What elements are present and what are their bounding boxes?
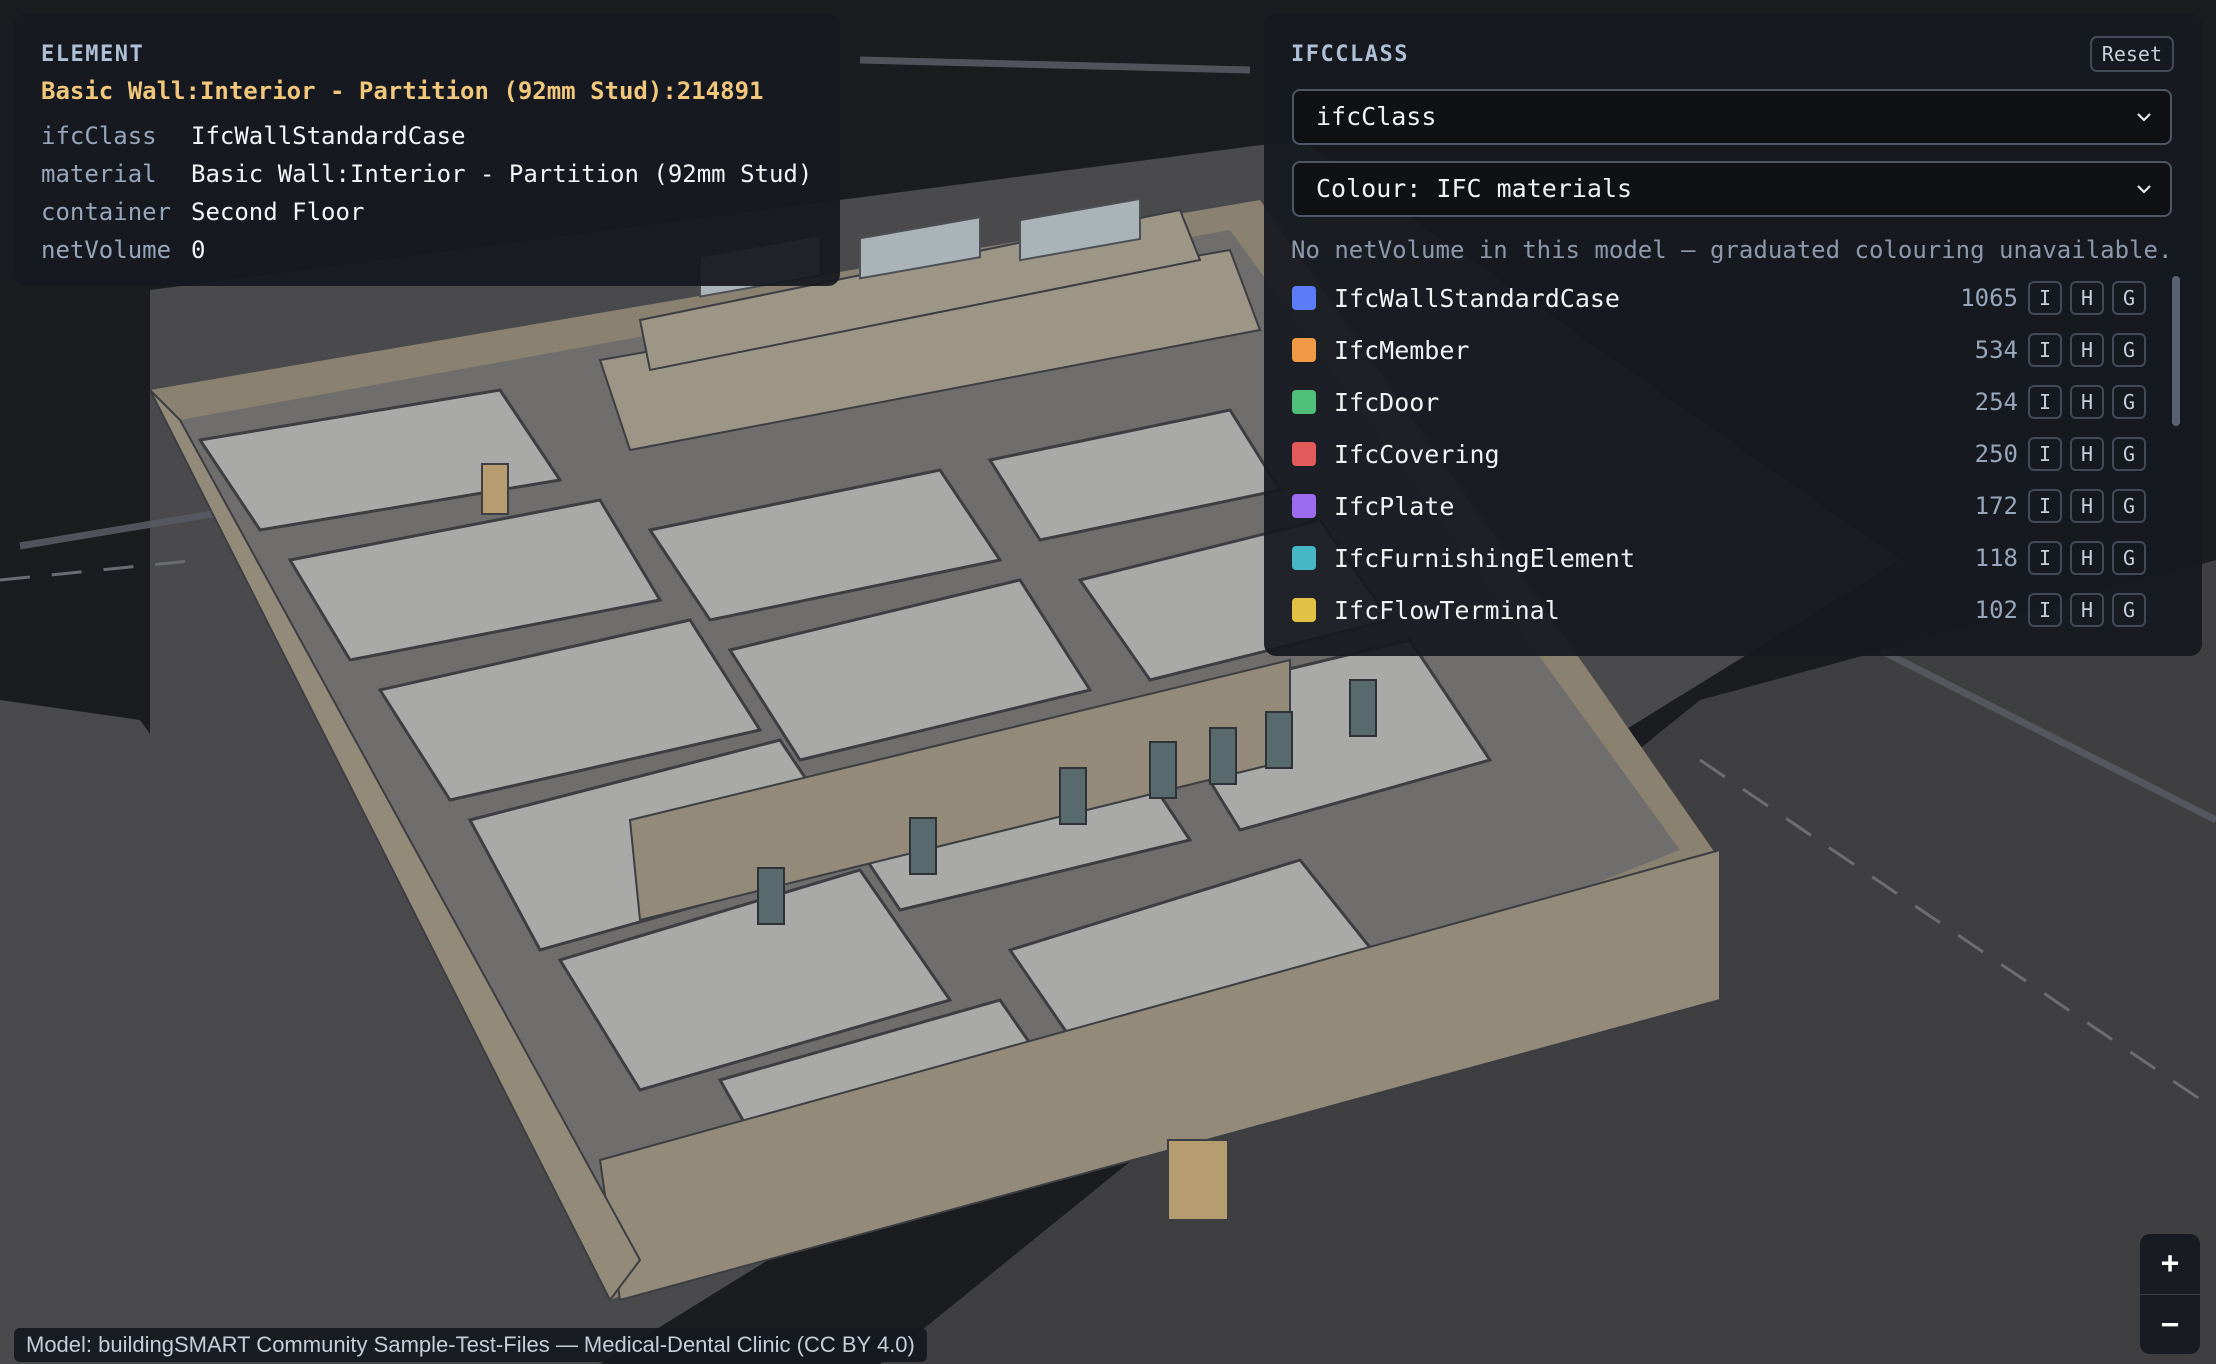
property-key: ifcClass bbox=[41, 122, 157, 150]
color-swatch bbox=[1292, 390, 1316, 414]
isolate-button[interactable]: I bbox=[2028, 593, 2062, 627]
property-key: netVolume bbox=[41, 236, 172, 264]
legend-item-count: 250 bbox=[1974, 440, 2018, 468]
property-key: container bbox=[41, 198, 172, 226]
ghost-button[interactable]: G bbox=[2112, 385, 2146, 419]
ghost-button[interactable]: G bbox=[2112, 437, 2146, 471]
legend-item-ifcdoor[interactable]: IfcDoor 254 I H G bbox=[1292, 376, 2146, 428]
property-value: 0 bbox=[191, 236, 206, 264]
color-swatch bbox=[1292, 286, 1316, 310]
legend-item-count: 102 bbox=[1974, 596, 2018, 624]
graduated-colouring-notice: No netVolume in this model — graduated c… bbox=[1291, 236, 2173, 264]
legend-item-count: 172 bbox=[1974, 492, 2018, 520]
isolate-button[interactable]: I bbox=[2028, 541, 2062, 575]
hide-button[interactable]: H bbox=[2070, 489, 2104, 523]
ghost-button[interactable]: G bbox=[2112, 489, 2146, 523]
legend-item-count: 254 bbox=[1974, 388, 2018, 416]
class-legend-list: IfcWallStandardCase 1065 I H G IfcMember… bbox=[1292, 272, 2146, 636]
legend-item-name: IfcDoor bbox=[1334, 387, 1440, 417]
isolate-button[interactable]: I bbox=[2028, 385, 2062, 419]
hide-button[interactable]: H bbox=[2070, 281, 2104, 315]
ghost-button[interactable]: G bbox=[2112, 333, 2146, 367]
property-key: material bbox=[41, 160, 157, 188]
colour-mode-select[interactable]: Colour: IFC materials bbox=[1292, 161, 2172, 217]
legend-item-ifccovering[interactable]: IfcCovering 250 I H G bbox=[1292, 428, 2146, 480]
chevron-down-icon bbox=[2137, 113, 2151, 122]
zoom-in-button[interactable]: + bbox=[2140, 1234, 2200, 1294]
property-value: IfcWallStandardCase bbox=[191, 122, 466, 150]
element-info-panel: ELEMENT Basic Wall:Interior - Partition … bbox=[14, 14, 840, 286]
legend-item-count: 1065 bbox=[1960, 284, 2018, 312]
colour-mode-select-value: Colour: IFC materials bbox=[1316, 174, 1633, 203]
isolate-button[interactable]: I bbox=[2028, 281, 2062, 315]
isolate-button[interactable]: I bbox=[2028, 489, 2062, 523]
element-panel-heading: ELEMENT bbox=[41, 42, 145, 67]
class-panel-heading: IFCCLASS bbox=[1291, 42, 1409, 67]
legend-item-name: IfcPlate bbox=[1334, 491, 1455, 521]
hide-button[interactable]: H bbox=[2070, 593, 2104, 627]
legend-item-ifcmember[interactable]: IfcMember 534 I H G bbox=[1292, 324, 2146, 376]
group-by-select-value: ifcClass bbox=[1316, 102, 1437, 131]
legend-item-ifcfurnishingelement[interactable]: IfcFurnishingElement 118 I H G bbox=[1292, 532, 2146, 584]
property-row-ifcclass: ifcClass IfcWallStandardCase bbox=[41, 117, 813, 155]
hide-button[interactable]: H bbox=[2070, 333, 2104, 367]
chevron-down-icon bbox=[2137, 185, 2151, 194]
model-attribution: Model: buildingSMART Community Sample-Te… bbox=[14, 1328, 927, 1362]
element-property-list: ifcClass IfcWallStandardCase material Ba… bbox=[41, 117, 813, 269]
legend-item-ifcflowterminal[interactable]: IfcFlowTerminal 102 I H G bbox=[1292, 584, 2146, 636]
element-title: Basic Wall:Interior - Partition (92mm St… bbox=[41, 77, 764, 105]
legend-item-name: IfcFlowTerminal bbox=[1334, 595, 1560, 625]
zoom-out-button[interactable]: − bbox=[2140, 1295, 2200, 1355]
zoom-controls: + − bbox=[2140, 1234, 2200, 1354]
ghost-button[interactable]: G bbox=[2112, 541, 2146, 575]
legend-item-name: IfcMember bbox=[1334, 335, 1470, 365]
isolate-button[interactable]: I bbox=[2028, 333, 2062, 367]
hide-button[interactable]: H bbox=[2070, 437, 2104, 471]
ghost-button[interactable]: G bbox=[2112, 281, 2146, 315]
legend-item-name: IfcCovering bbox=[1334, 439, 1500, 469]
color-swatch bbox=[1292, 442, 1316, 466]
property-value: Second Floor bbox=[191, 198, 365, 226]
property-row-container: container Second Floor bbox=[41, 193, 813, 231]
ghost-button[interactable]: G bbox=[2112, 593, 2146, 627]
legend-item-count: 118 bbox=[1974, 544, 2018, 572]
color-swatch bbox=[1292, 494, 1316, 518]
legend-item-name: IfcFurnishingElement bbox=[1334, 543, 1636, 573]
legend-item-ifcwallstandardcase[interactable]: IfcWallStandardCase 1065 I H G bbox=[1292, 272, 2146, 324]
color-swatch bbox=[1292, 546, 1316, 570]
color-swatch bbox=[1292, 338, 1316, 362]
legend-scrollbar[interactable] bbox=[2172, 276, 2180, 426]
color-swatch bbox=[1292, 598, 1316, 622]
legend-item-count: 534 bbox=[1974, 336, 2018, 364]
property-value: Basic Wall:Interior - Partition (92mm St… bbox=[191, 160, 813, 188]
hide-button[interactable]: H bbox=[2070, 385, 2104, 419]
hide-button[interactable]: H bbox=[2070, 541, 2104, 575]
ifc-class-panel: IFCCLASS Reset ifcClass Colour: IFC mate… bbox=[1264, 14, 2202, 656]
isolate-button[interactable]: I bbox=[2028, 437, 2062, 471]
reset-button[interactable]: Reset bbox=[2089, 36, 2174, 72]
property-row-netvolume: netVolume 0 bbox=[41, 231, 813, 269]
group-by-select[interactable]: ifcClass bbox=[1292, 89, 2172, 145]
legend-item-ifcplate[interactable]: IfcPlate 172 I H G bbox=[1292, 480, 2146, 532]
property-row-material: material Basic Wall:Interior - Partition… bbox=[41, 155, 813, 193]
legend-item-name: IfcWallStandardCase bbox=[1334, 283, 1620, 313]
